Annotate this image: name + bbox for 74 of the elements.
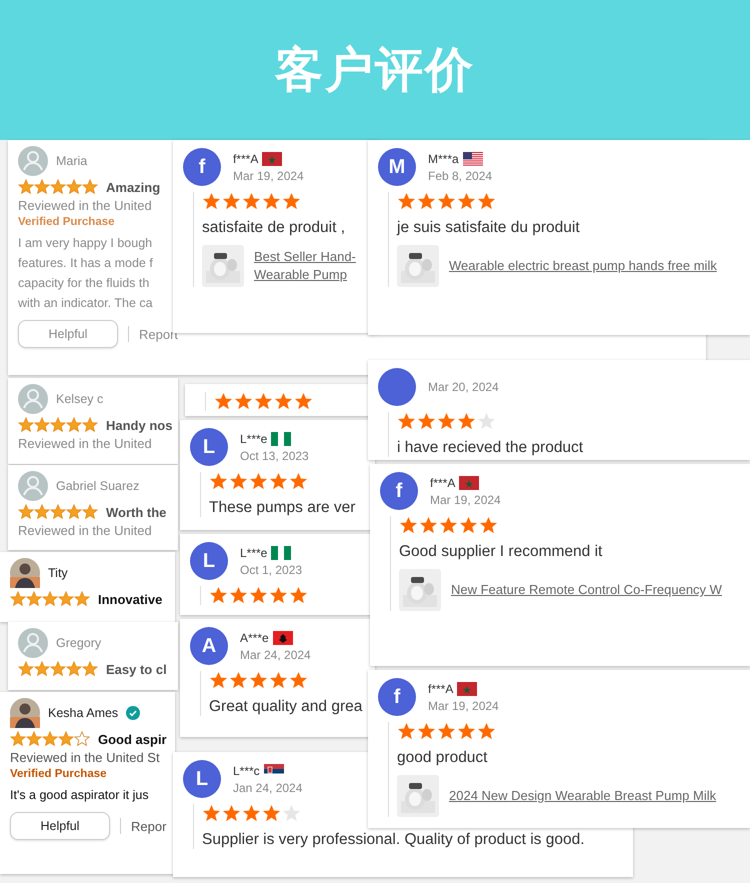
verified-purchase-label: Verified Purchase bbox=[18, 216, 115, 228]
review-location: Reviewed in the United St bbox=[10, 750, 160, 765]
review-date: Mar 20, 2024 bbox=[428, 380, 499, 394]
avatar: f bbox=[380, 472, 418, 510]
product-link[interactable]: 2024 New Design Wearable Breast Pump Milk bbox=[449, 787, 716, 805]
product-link[interactable]: Wearable electric breast pump hands free milk bbox=[449, 257, 717, 275]
review-text: I am very happy I bough features. It has a mode f capacity for the fluids th with an indicator. The ca bbox=[18, 235, 153, 312]
review-date: Mar 19, 2024 bbox=[233, 168, 304, 182]
product-link[interactable]: Best Seller Hand- Wearable Pump bbox=[254, 248, 356, 284]
review-location: Reviewed in the United bbox=[18, 523, 152, 538]
reviewer-name: Gregory bbox=[56, 636, 102, 650]
review-title: Worth the bbox=[106, 504, 166, 520]
avatar: M bbox=[378, 148, 416, 186]
review-date: Mar 19, 2024 bbox=[428, 698, 499, 712]
avatar bbox=[378, 368, 416, 406]
reviewer-name: f***A bbox=[233, 152, 258, 166]
reviewer-name: M***a bbox=[428, 152, 459, 166]
review-location: Reviewed in the United bbox=[18, 436, 152, 451]
review-title: Good aspir bbox=[98, 732, 167, 746]
review-text: je suis satisfaite du produit bbox=[397, 219, 580, 237]
avatar: L bbox=[190, 542, 228, 580]
flag-icon bbox=[459, 476, 480, 490]
helpful-button[interactable]: Helpful bbox=[18, 320, 118, 348]
flag-icon bbox=[271, 432, 292, 446]
review-date: Mar 24, 2024 bbox=[240, 648, 311, 662]
flag-icon bbox=[272, 630, 293, 644]
avatar-icon bbox=[18, 146, 48, 176]
review-date: Jan 24, 2024 bbox=[233, 780, 302, 794]
review-location: Reviewed in the United bbox=[18, 198, 152, 213]
report-link[interactable]: Repor bbox=[131, 818, 166, 834]
verified-purchase-label: Verified Purchase bbox=[10, 768, 107, 780]
review-text: Great quality and grea bbox=[209, 698, 362, 716]
avatar: L bbox=[190, 428, 228, 466]
review-text: i have recieved the product bbox=[397, 439, 584, 457]
review-text: satisfaite de produit , bbox=[202, 219, 346, 237]
reviewer-name: f***A bbox=[428, 682, 454, 696]
review-text: It's a good aspirator it jus bbox=[10, 787, 149, 804]
review-text: Supplier is very professional. Quality of product is good. bbox=[202, 831, 585, 849]
flag-icon bbox=[262, 152, 282, 166]
report-link[interactable]: Report bbox=[139, 326, 178, 342]
avatar-icon bbox=[18, 471, 48, 501]
flag-icon bbox=[457, 682, 478, 696]
reviewer-name: L***e bbox=[240, 546, 268, 560]
avatar-icon bbox=[18, 384, 48, 414]
review-date: Mar 19, 2024 bbox=[430, 492, 501, 506]
review-date: Feb 8, 2024 bbox=[428, 168, 492, 182]
avatar-icon bbox=[18, 628, 48, 658]
avatar: f bbox=[183, 148, 221, 186]
avatar: L bbox=[183, 760, 221, 798]
reviewer-name: L***e bbox=[240, 432, 268, 446]
review-title: Innovative bbox=[98, 592, 162, 606]
review-date: Oct 1, 2023 bbox=[240, 562, 302, 576]
page-title: 客户评价 bbox=[275, 41, 475, 100]
reviewer-name: Kesha Ames bbox=[48, 706, 118, 720]
reviewer-name: Maria bbox=[56, 154, 88, 168]
reviewer-name: Kelsey c bbox=[56, 392, 104, 406]
reviewer-name: f***A bbox=[430, 476, 456, 490]
reviewer-name: A***e bbox=[240, 630, 269, 644]
flag-icon bbox=[271, 546, 292, 560]
helpful-button[interactable]: Helpful bbox=[10, 812, 110, 840]
review-date: Oct 13, 2023 bbox=[240, 448, 309, 462]
product-link[interactable]: New Feature Remote Control Co-Frequency W bbox=[451, 581, 722, 599]
flag-icon bbox=[462, 152, 483, 166]
reviewer-name: Tity bbox=[48, 566, 68, 580]
review-text: good product bbox=[397, 749, 488, 767]
reviewer-name: Gabriel Suarez bbox=[56, 479, 140, 493]
avatar: A bbox=[190, 627, 228, 665]
review-title: Amazing bbox=[106, 180, 160, 194]
review-text: These pumps are ver bbox=[209, 499, 356, 517]
review-text: Good supplier I recommend it bbox=[399, 543, 602, 561]
reviewer-name: L***c bbox=[233, 764, 260, 778]
avatar: f bbox=[378, 678, 416, 716]
review-title: Easy to cl bbox=[106, 662, 167, 676]
review-title: Handy nos bbox=[106, 418, 172, 432]
